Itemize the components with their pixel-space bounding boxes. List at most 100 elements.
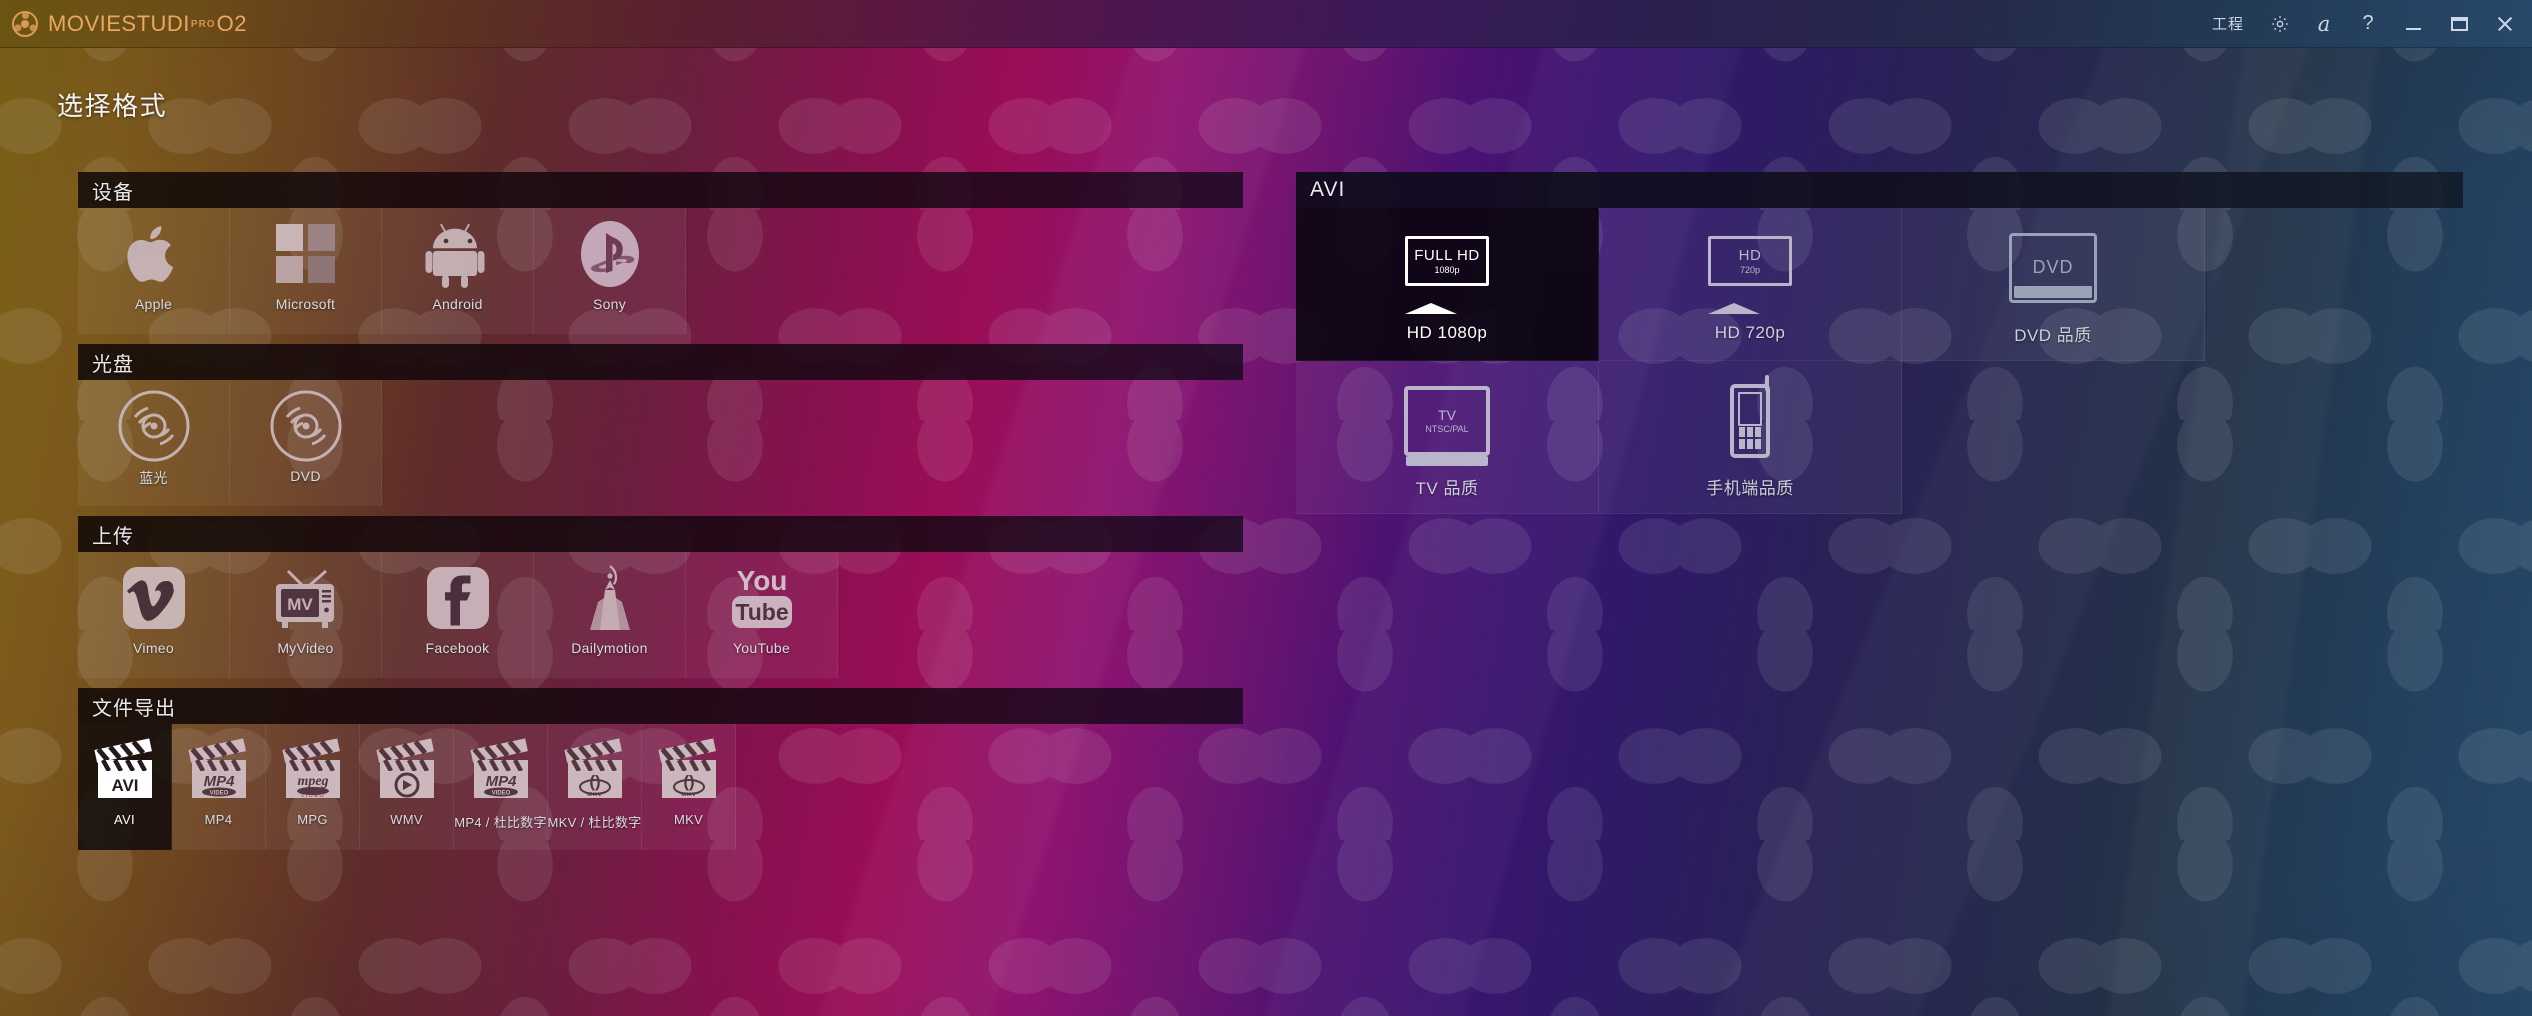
tile-label: 手机端品质 <box>1706 478 1794 498</box>
minimize-icon <box>2405 27 2421 30</box>
tile-label: HD 1080p <box>1406 323 1488 342</box>
tile-myvideo[interactable]: MV MyVideo <box>230 552 382 678</box>
tile-facebook[interactable]: Facebook <box>382 552 534 678</box>
monitor-line-1: FULL HD <box>1414 246 1480 264</box>
tile-label: MKV / 杜比数字 <box>547 815 642 830</box>
section-header-file-export: 文件导出 <box>78 688 1243 724</box>
tile-mpg[interactable]: mpeg VIDEO MPG <box>266 724 360 850</box>
svg-text:MKV: MKV <box>681 792 696 798</box>
tile-hd-720p[interactable]: HD 720p HD 720p <box>1599 208 1902 361</box>
title-bar: MOVIESTUDIPROO2 工程 a ? <box>0 0 2532 48</box>
dvd-icon-label: DVD <box>2032 257 2074 277</box>
monitor-line-2: 1080p <box>1434 264 1460 275</box>
svg-text:VIDEO: VIDEO <box>491 791 510 797</box>
tile-dvd-quality[interactable]: DVD DVD 品质 <box>1902 208 2205 361</box>
tile-label: MP4 / 杜比数字 <box>454 815 547 830</box>
format-preset-column: AVI FULL HD 1080p HD 1080p HD 720p HD 72… <box>1296 172 2463 514</box>
tile-mkv[interactable]: () MKV MKV <box>642 724 736 850</box>
tile-label: Sony <box>592 296 627 312</box>
svg-text:MP4: MP4 <box>203 773 235 790</box>
tile-label: DVD 品质 <box>2014 325 2092 345</box>
svg-text:MV: MV <box>287 595 313 614</box>
svg-text:Tube: Tube <box>735 599 788 625</box>
clapperboard-mpeg-icon: mpeg VIDEO <box>278 728 348 812</box>
tile-label: AVI <box>114 812 135 827</box>
tile-label: WMV <box>390 812 423 827</box>
brand-o: O <box>216 10 235 36</box>
svg-text:(): () <box>589 772 600 791</box>
tile-label: TV 品质 <box>1415 478 1479 498</box>
tile-apple[interactable]: Apple <box>78 208 230 334</box>
brand-movie: MOVIE <box>48 10 122 36</box>
playstation-icon <box>579 212 641 296</box>
dvd-tv-icon: DVD <box>2009 223 2097 313</box>
brand-title: MOVIESTUDIPROO2 <box>48 11 247 37</box>
tile-label: YouTube <box>732 640 791 656</box>
crt-line-2: NTSC/PAL <box>1425 423 1469 434</box>
tile-dailymotion[interactable]: Dailymotion <box>534 552 686 678</box>
tile-label: 蓝光 <box>139 470 168 486</box>
dailymotion-icon <box>578 556 642 640</box>
clapperboard-mp4-icon: MP4 VIDEO <box>184 728 254 812</box>
disc-icon <box>269 384 343 468</box>
help-button[interactable]: ? <box>2346 0 2390 48</box>
settings-button[interactable] <box>2258 0 2302 48</box>
tile-grid-avi-presets: FULL HD 1080p HD 1080p HD 720p HD 720p D… <box>1296 208 2206 514</box>
tile-bluray[interactable]: 蓝光 <box>78 380 230 506</box>
tile-label: Apple <box>134 296 173 312</box>
titlebar-controls: 工程 a ? <box>2198 0 2532 48</box>
crt-tv-icon: TV NTSC/PAL <box>1404 376 1490 466</box>
tile-android[interactable]: Android <box>382 208 534 334</box>
tile-grid-devices: Apple Microsoft Android Sony <box>78 208 1243 334</box>
clapperboard-mkv-icon: () MKV <box>560 728 630 812</box>
tile-mobile-quality[interactable]: 手机端品质 <box>1599 361 1902 514</box>
tile-vimeo[interactable]: Vimeo <box>78 552 230 678</box>
project-menu-button[interactable]: 工程 <box>2198 0 2258 48</box>
tile-sony[interactable]: Sony <box>534 208 686 334</box>
tile-label: MyVideo <box>277 640 334 656</box>
disc-icon <box>117 384 191 468</box>
monitor-line-2: 720p <box>1739 264 1761 275</box>
film-reel-icon <box>12 10 38 37</box>
tile-hd-1080p[interactable]: FULL HD 1080p HD 1080p <box>1296 208 1599 361</box>
app-logo: MOVIESTUDIPROO2 <box>12 10 247 37</box>
tile-dvd[interactable]: DVD <box>230 380 382 506</box>
svg-text:(): () <box>683 772 694 791</box>
tile-mp4[interactable]: MP4 VIDEO MP4 <box>172 724 266 850</box>
apple-icon <box>125 212 183 296</box>
tile-grid-file-export: AVI AVI MP4 VIDEO MP4 mpeg VIDEO MPG WMV… <box>78 724 1243 850</box>
close-button[interactable] <box>2482 0 2528 48</box>
tile-label: Android <box>432 296 483 312</box>
clapperboard-avi-icon: AVI <box>90 728 160 812</box>
app-window: MOVIESTUDIPROO2 工程 a ? 选择格式 设备 Apple Mic… <box>0 0 2532 1016</box>
brand-version: 2 <box>234 10 247 36</box>
section-header-upload: 上传 <box>78 516 1243 552</box>
svg-text:You: You <box>736 565 787 596</box>
font-settings-button[interactable]: a <box>2302 0 2346 48</box>
svg-text:VIDEO: VIDEO <box>209 791 228 797</box>
tile-mkv-dolby[interactable]: () MKV MKV / 杜比数字 <box>548 724 642 850</box>
tile-avi[interactable]: AVI AVI <box>78 724 172 850</box>
vimeo-icon <box>122 556 185 640</box>
clapperboard-wmv-icon <box>372 728 442 812</box>
section-header-avi: AVI <box>1296 172 2463 208</box>
tile-tv-quality[interactable]: TV NTSC/PAL TV 品质 <box>1296 361 1599 514</box>
tile-label: Facebook <box>425 640 490 656</box>
tile-label: MP4 <box>204 812 233 827</box>
tile-wmv[interactable]: WMV <box>360 724 454 850</box>
android-icon <box>425 212 491 296</box>
maximize-button[interactable] <box>2436 0 2482 48</box>
svg-text:VIDEO: VIDEO <box>300 793 325 799</box>
clapperboard-mp4-icon: MP4 VIDEO <box>466 728 536 812</box>
tile-microsoft[interactable]: Microsoft <box>230 208 382 334</box>
tile-label: MPG <box>297 812 328 827</box>
tile-youtube[interactable]: You Tube YouTube <box>686 552 838 678</box>
minimize-button[interactable] <box>2390 0 2436 48</box>
svg-text:MKV: MKV <box>587 792 602 798</box>
svg-text:MP4: MP4 <box>485 773 517 790</box>
monitor-icon: HD 720p <box>1708 225 1792 315</box>
tile-label: Vimeo <box>133 640 174 656</box>
brand-studio: STUDI <box>121 10 190 36</box>
myvideo-tv-icon: MV <box>272 556 340 640</box>
tile-mp4-dolby[interactable]: MP4 VIDEO MP4 / 杜比数字 <box>454 724 548 850</box>
